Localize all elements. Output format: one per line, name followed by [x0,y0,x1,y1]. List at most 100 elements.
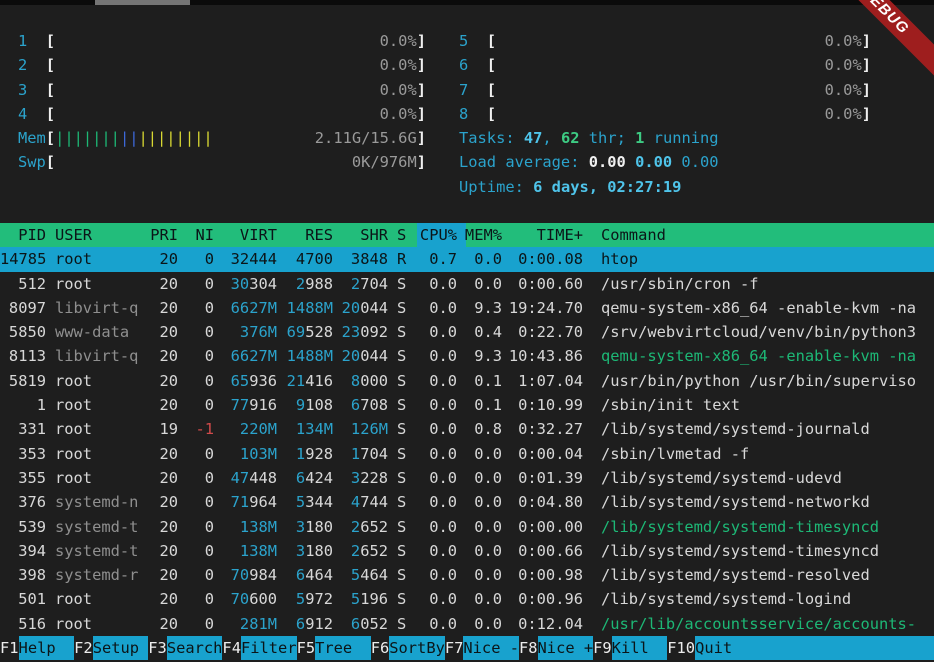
table-header: PIDUSERPRINIVIRTRESSHRSCPU%MEM%TIME+Comm… [0,223,934,247]
cell-shr: 2652 [334,515,388,539]
process-row[interactable]: 353root200103M19281704S0.00.00:00.04/sbi… [0,442,934,466]
fnkey-f1[interactable]: F1Help [0,636,74,660]
meter-label: 4 [18,102,46,126]
cell-ni: 0 [179,563,214,587]
text-segment: 6 [296,469,305,487]
meter-close-bracket: ] [417,29,426,53]
cell-user: root [55,442,145,466]
meter-cpu-1: 1[0.0%] [18,29,426,53]
fnkey-f5[interactable]: F5Tree [297,636,371,660]
cell-cmd: /usr/lib/accountsservice/accounts- [601,612,934,636]
process-row[interactable]: 8097libvirt-q2006627M1488M20044S0.09.319… [0,296,934,320]
fnkey-f9[interactable]: F9Kill [593,636,667,660]
meter-cpu-7: 7[0.0%] [459,78,871,102]
text-segment: 108 [305,396,333,414]
process-row[interactable]: 8113libvirt-q2006627M1488M20044S0.09.310… [0,344,934,368]
fnkey-f6[interactable]: F6SortBy [371,636,445,660]
cell-mem: 0.0 [458,272,502,296]
cell-cpu: 0.0 [410,563,457,587]
text-segment: 228 [360,469,388,487]
column-header-time[interactable]: TIME+ [503,223,583,247]
cell-pid: 539 [0,515,46,539]
text-segment: ||||||| [55,129,120,147]
column-header-pri[interactable]: PRI [141,223,178,247]
meter-label: Mem [18,126,46,150]
cell-user: libvirt-q [55,344,145,368]
meter-cpu-5: 5[0.0%] [459,29,871,53]
cell-res: 6424 [278,466,333,490]
cell-time: 0:00.08 [503,247,583,271]
process-row[interactable]: 1root2007791691086708S0.00.10:10.99/sbin… [0,393,934,417]
fnkey-f3[interactable]: F3Search [148,636,222,660]
text-segment: || [120,129,139,147]
fnkey-f10[interactable]: F10Quit [667,636,934,660]
meter-label: 1 [18,29,46,53]
fnkey-f8[interactable]: F8Nice + [519,636,593,660]
cell-mem: 0.0 [458,539,502,563]
column-header-virt[interactable]: VIRT [215,223,277,247]
cell-cmd: /lib/systemd/systemd-udevd [601,466,934,490]
cell-time: 0:00.60 [503,272,583,296]
process-row[interactable]: 512root2003030429882704S0.00.00:00.60/us… [0,272,934,296]
text-segment: 600 [249,590,277,608]
text-segment: 138M [240,518,277,536]
column-header-cmd[interactable]: Command [601,223,934,247]
cell-ni: 0 [179,393,214,417]
meter-open-bracket: [ [46,53,55,77]
text-segment: 4700 [296,250,333,268]
text-segment: 984 [249,566,277,584]
column-header-user[interactable]: USER [55,223,145,247]
cell-pri: 20 [141,539,178,563]
process-row[interactable]: 539systemd-t200138M31802652S0.00.00:00.0… [0,515,934,539]
fn-key-label: F5 [297,636,316,660]
column-header-ni[interactable]: NI [179,223,214,247]
text-segment: 092 [360,323,388,341]
text-segment: 126M [351,420,388,438]
cell-time: 0:10.99 [503,393,583,417]
cell-cmd: /lib/systemd/systemd-journald [601,417,934,441]
process-row[interactable]: 501root2007060059725196S0.00.00:00.96/li… [0,587,934,611]
cell-time: 0:00.98 [503,563,583,587]
process-row[interactable]: 5850www-data200376M6952823092S0.00.40:22… [0,320,934,344]
process-row[interactable]: 331root19-1220M134M126MS0.00.80:32.27/li… [0,417,934,441]
column-header-pid[interactable]: PID [0,223,46,247]
text-segment: 32444 [231,250,277,268]
cell-pri: 20 [141,490,178,514]
text-segment: 704 [360,275,388,293]
fn-key-label: F9 [593,636,612,660]
column-header-cpu[interactable]: CPU% [410,223,457,247]
text-segment: 2 [296,275,305,293]
column-header-mem[interactable]: MEM% [458,223,502,247]
process-row[interactable]: 516root200281M69126052S0.00.00:12.04/usr… [0,612,934,636]
cell-cmd: /lib/systemd/systemd-resolved [601,563,934,587]
process-row[interactable]: 376systemd-n2007196453444744S0.00.00:04.… [0,490,934,514]
column-header-shr[interactable]: SHR [334,223,388,247]
fnkey-f4[interactable]: F4Filter [222,636,296,660]
fnkey-f7[interactable]: F7Nice - [445,636,519,660]
process-row[interactable]: 5819root20065936214168000S0.00.11:07.04/… [0,369,934,393]
cell-mem: 0.1 [458,393,502,417]
text-segment: running [644,129,718,147]
text-segment: 23 [342,323,361,341]
cell-mem: 0.0 [458,563,502,587]
cell-shr: 2652 [334,539,388,563]
column-header-res[interactable]: RES [278,223,333,247]
process-row[interactable]: 14785root2003244447003848R0.70.00:00.08h… [0,247,934,271]
cell-shr: 8000 [334,369,388,393]
meter-bar-fill [55,53,380,77]
process-row[interactable]: 355root2004744864243228S0.00.00:01.39/li… [0,466,934,490]
cell-time: 0:00.96 [503,587,583,611]
text-segment: 70 [231,566,250,584]
text-segment: 62 [561,129,580,147]
text-segment: 304 [249,275,277,293]
process-row[interactable]: 398systemd-r2007098464645464S0.00.00:00.… [0,563,934,587]
fn-action-label: Quit [695,636,934,660]
text-segment: 972 [305,590,333,608]
fnkey-f2[interactable]: F2Setup [74,636,148,660]
cell-time: 0:00.00 [503,515,583,539]
meter-cpu-6: 6[0.0%] [459,53,871,77]
process-row[interactable]: 394systemd-t200138M31802652S0.00.00:00.6… [0,539,934,563]
cell-pid: 8097 [0,296,46,320]
cell-user: root [55,247,145,271]
cell-user: systemd-n [55,490,145,514]
